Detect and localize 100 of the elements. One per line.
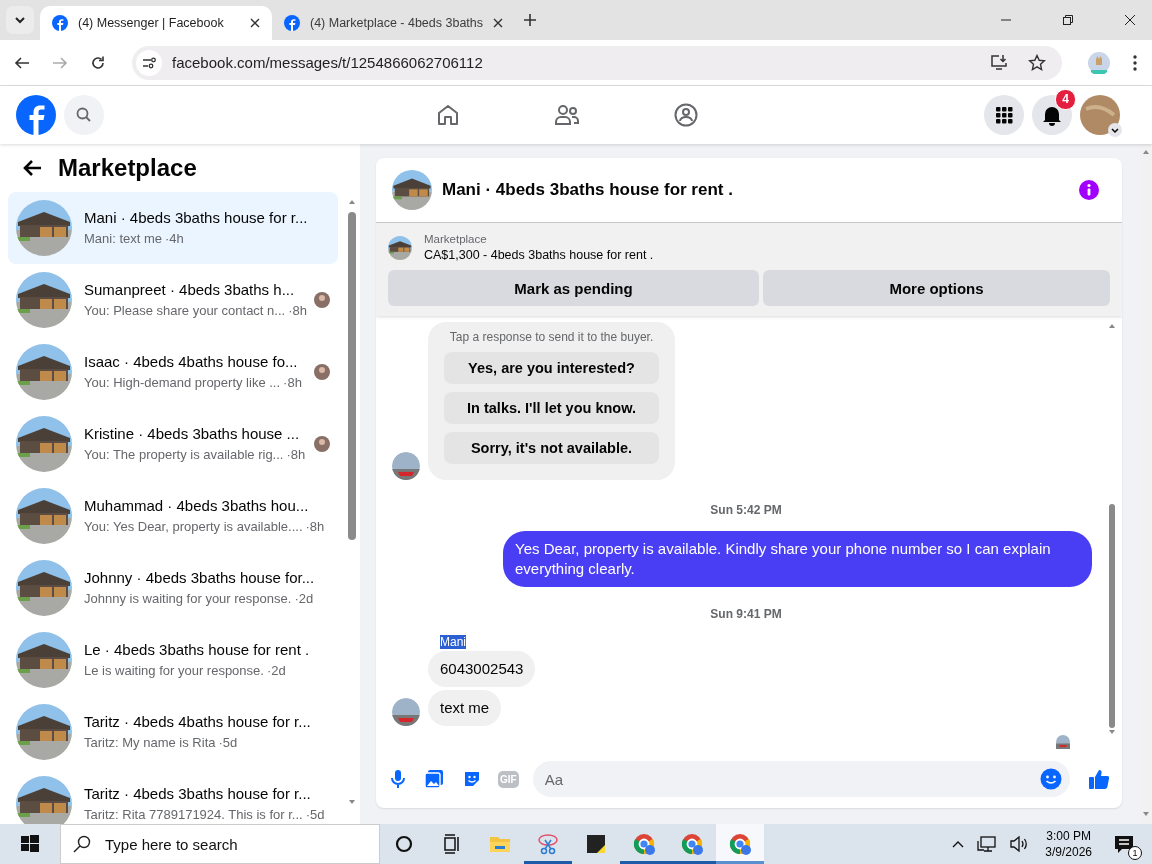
message-timestamp: Sun 5:42 PM [710, 503, 782, 517]
listing-photo [16, 272, 72, 328]
message-time: ·2d [294, 591, 314, 606]
site-settings-icon[interactable] [136, 49, 162, 76]
taskbar-search[interactable]: Type here to search [60, 824, 380, 864]
close-icon[interactable] [1124, 14, 1136, 26]
browser-tab[interactable]: (4) Messenger | Facebook [40, 6, 272, 40]
listing-photo [16, 704, 72, 760]
close-icon[interactable] [250, 18, 260, 28]
sender-name: Mani [440, 635, 466, 649]
network-icon[interactable] [977, 835, 998, 853]
emoji-icon[interactable] [1040, 768, 1062, 790]
message-preview: You: Please share your contact n... [84, 303, 286, 318]
conversation-item[interactable]: Sumanpreet · 4beds 3baths h... You: Please share your contact n... ·8h [8, 264, 338, 336]
conversation-item[interactable]: Kristine · 4beds 3baths house ... You: The property is available rig... ·8h [8, 408, 338, 480]
message-preview: Johnny is waiting for your response. [84, 591, 292, 606]
message-preview: Mani: text me [84, 231, 163, 246]
friends-icon[interactable] [554, 103, 580, 127]
more-menu-icon[interactable] [1132, 53, 1138, 72]
sticker-icon[interactable] [462, 769, 482, 789]
conversation-title: Sumanpreet · 4beds 3baths h... [84, 280, 296, 300]
conversation-title: Johnny · 4beds 3baths house for... [84, 568, 316, 588]
photo-icon[interactable] [424, 769, 444, 789]
conversation-title: Kristine · 4beds 3baths house ... [84, 424, 301, 444]
menu-icon[interactable] [984, 95, 1024, 135]
listing-photo [16, 488, 72, 544]
conversation-title: Isaac · 4beds 4baths house fo... [84, 352, 299, 372]
listing-photo [16, 416, 72, 472]
microphone-icon[interactable] [390, 769, 406, 789]
message-time: ·5d [305, 807, 325, 822]
message-time: ·8h [286, 447, 306, 462]
restore-icon[interactable] [1062, 14, 1074, 26]
browser-tab[interactable]: (4) Marketplace - 4beds 3baths [272, 6, 515, 40]
search-icon [73, 835, 91, 853]
notification-center-icon[interactable] [1114, 834, 1134, 854]
conversation-item[interactable]: Mani · 4beds 3baths house for r... Mani: text me ·4h [8, 192, 338, 264]
message-time: ·8h [305, 519, 325, 534]
quick-reply-button[interactable]: In talks. I'll let you know. [444, 392, 659, 424]
message-preview: You: High-demand property like ... [84, 375, 281, 390]
browser-icon [728, 832, 752, 856]
volume-icon[interactable] [1009, 835, 1030, 853]
conversation-title: Muhammad · 4beds 3baths hou... [84, 496, 310, 516]
back-arrow-icon[interactable] [22, 159, 42, 177]
listing-photo [16, 200, 72, 256]
message-time: ·2d [266, 663, 286, 678]
sidebar-title: Marketplace [58, 154, 197, 182]
url-text: facebook.com/messages/t/1254866062706112 [172, 54, 483, 71]
tab-search-icon[interactable] [6, 6, 34, 34]
address-bar[interactable]: facebook.com/messages/t/1254866062706112 [132, 45, 1062, 80]
incoming-message: 6043002543 [428, 651, 536, 687]
action-button[interactable]: More options [763, 270, 1110, 306]
conversation-item[interactable]: Muhammad · 4beds 3baths hou... You: Yes Dear, property is available.... ·8h [8, 480, 338, 552]
listing-photo [16, 560, 72, 616]
search-icon[interactable] [64, 95, 104, 135]
chat-title: Mani · 4beds 3baths house for rent . [442, 180, 733, 200]
clock-date: 3/9/2026 [1045, 844, 1092, 860]
message-time: ·5d [218, 735, 238, 750]
message-preview: You: Yes Dear, property is available.... [84, 519, 303, 534]
quick-reply-button[interactable]: Sorry, it's not available. [444, 432, 659, 464]
reload-icon[interactable] [90, 54, 106, 71]
message-time: ·8h [288, 303, 307, 318]
star-icon[interactable] [1028, 53, 1046, 72]
message-preview: You: The property is available rig... [84, 447, 284, 462]
conversation-item[interactable]: Le · 4beds 3baths house for rent . Le is waiting for your response. ·2d [8, 624, 338, 696]
browser-icon [632, 832, 656, 856]
quick-reply-button[interactable]: Yes, are you interested? [444, 352, 659, 384]
listing-title: CA$1,300 - 4beds 3baths house for rent . [424, 248, 654, 262]
message-preview: Taritz: Rita 7789171924. This is for r... [84, 807, 303, 822]
facebook-icon [52, 15, 68, 31]
message-timestamp: Sun 9:41 PM [710, 607, 782, 621]
message-time: ·4h [165, 231, 184, 246]
message-time: ·8h [283, 375, 302, 390]
listing-photo [392, 170, 432, 210]
close-icon[interactable] [493, 18, 503, 28]
browser-icon [680, 832, 704, 856]
action-button[interactable]: Mark as pending [388, 270, 759, 306]
outgoing-message: Yes Dear, property is available. Kindly share your phone number so I can explain everything clearly. [503, 531, 1092, 587]
message-input[interactable]: Aa [532, 761, 1070, 797]
chevron-down-icon[interactable] [1108, 123, 1122, 137]
listing-label: Marketplace [424, 233, 488, 245]
conversation-item[interactable]: Johnny · 4beds 3baths house for... Johnny is waiting for your response. ·2d [8, 552, 338, 624]
conversation-item[interactable]: Taritz · 4beds 4baths house for r... Taritz: My name is Rita ·5d [8, 696, 338, 768]
groups-icon[interactable] [674, 103, 698, 127]
incoming-message: text me [428, 690, 502, 726]
sticky-note-icon [584, 832, 608, 856]
message-preview: Taritz: My name is Rita [84, 735, 216, 750]
message-preview: Le is waiting for your response. [84, 663, 264, 678]
info-icon[interactable] [1078, 179, 1100, 201]
listing-photo [388, 235, 412, 260]
like-icon[interactable] [1088, 768, 1110, 790]
new-tab-icon[interactable] [523, 13, 537, 27]
facebook-logo-icon[interactable] [16, 95, 56, 135]
home-icon[interactable] [436, 103, 460, 127]
conversation-title: Taritz · 4beds 3baths house for r... [84, 784, 312, 804]
conversation-title: Le · 4beds 3baths house for rent . [84, 640, 311, 660]
listing-photo [16, 632, 72, 688]
conversation-title: Mani · 4beds 3baths house for r... [84, 208, 309, 228]
install-app-icon[interactable] [990, 53, 1008, 72]
conversation-item[interactable]: Isaac · 4beds 4baths house fo... You: High-demand property like ... ·8h [8, 336, 338, 408]
back-icon[interactable] [14, 54, 30, 71]
